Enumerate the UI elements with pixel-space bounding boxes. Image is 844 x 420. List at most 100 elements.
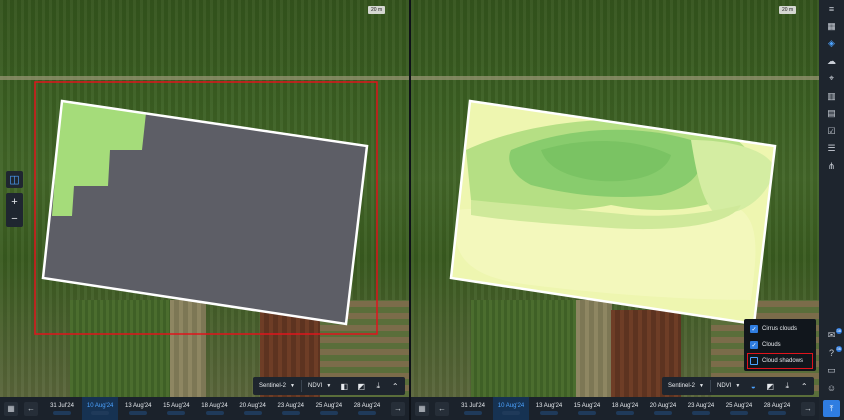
satellite-select[interactable]: Sentinel-2 ▼ bbox=[256, 380, 298, 393]
layer-label: Cloud shadows bbox=[762, 358, 804, 364]
download-icon[interactable]: ⤓ bbox=[371, 379, 385, 393]
timeline-date-selected[interactable]: 10 Aug'24 bbox=[82, 397, 119, 420]
date-label: 15 Aug'24 bbox=[163, 402, 190, 409]
field-overlay bbox=[34, 81, 378, 335]
image-layer-icon[interactable]: ◧ bbox=[337, 379, 351, 393]
imagery-toolbar: Sentinel-2 ▼ NDVI ▼ ◧ ◩ ⤓ ⌃ bbox=[253, 377, 406, 395]
notifications-icon[interactable]: ✉ 38 bbox=[819, 327, 844, 345]
chevron-up-icon[interactable]: ⌃ bbox=[797, 379, 811, 393]
date-indicator bbox=[578, 410, 596, 415]
help-icon[interactable]: ? 36 bbox=[819, 345, 844, 363]
date-indicator bbox=[205, 410, 224, 415]
chevron-up-icon[interactable]: ⌃ bbox=[388, 379, 402, 393]
caret-down-icon: ▼ bbox=[735, 383, 741, 389]
menu-icon[interactable]: ≡ bbox=[819, 0, 844, 18]
cloud-layers-icon[interactable]: ◒ bbox=[746, 379, 760, 393]
date-indicator bbox=[281, 410, 300, 415]
satellite-select-value: Sentinel-2 bbox=[668, 383, 696, 389]
arrow-left-icon[interactable]: ← bbox=[24, 401, 38, 416]
timeline-date[interactable]: 13 Aug'24 bbox=[120, 397, 156, 420]
user-icon[interactable]: ☺ bbox=[819, 380, 844, 398]
timeline-date[interactable]: 15 Aug'24 bbox=[158, 397, 194, 420]
timeline-date[interactable]: 25 Aug'24 bbox=[721, 397, 757, 420]
timeline-date-selected[interactable]: 10 Aug'24 bbox=[493, 397, 529, 420]
map-view-toggle[interactable]: ◫ bbox=[6, 171, 23, 188]
date-indicator bbox=[502, 410, 520, 415]
monitor-icon[interactable]: ▭ bbox=[819, 362, 844, 380]
zoom-controls: + − bbox=[6, 193, 23, 227]
app-sidebar: ≡ ▦ ◈ ☁ ⌖ ▥ ▤ ☑ ☰ ⋔ ✉ 38 ? 36 ▭ ☺ ⤒ bbox=[819, 0, 844, 420]
caret-down-icon: ▼ bbox=[326, 383, 332, 389]
bar-chart-icon[interactable]: ▥ bbox=[819, 88, 844, 106]
date-label: 28 Aug'24 bbox=[353, 402, 381, 409]
checklist-icon[interactable]: ☑ bbox=[819, 123, 844, 141]
date-indicator bbox=[768, 410, 786, 415]
network-icon[interactable]: ⋔ bbox=[819, 158, 844, 176]
stack-icon[interactable]: ☰ bbox=[819, 140, 844, 158]
calendar-icon[interactable]: ▦ bbox=[4, 401, 18, 416]
timeline-date[interactable]: 18 Aug'24 bbox=[607, 397, 643, 420]
contrast-icon[interactable]: ◩ bbox=[763, 379, 777, 393]
split-view-icon[interactable]: ◫ bbox=[6, 171, 23, 188]
checkbox-checked-icon[interactable]: ✓ bbox=[750, 325, 758, 333]
imagery-toolbar: Sentinel-2 ▼ NDVI ▼ ◒ ◩ ⤓ ⌃ bbox=[662, 377, 815, 395]
timeline-date[interactable]: 31 Jul'24 bbox=[44, 397, 80, 420]
timeline-date[interactable]: 23 Aug'24 bbox=[273, 397, 309, 420]
date-label: 31 Jul'24 bbox=[50, 402, 74, 409]
arrow-right-icon[interactable]: → bbox=[391, 401, 405, 416]
layer-option-clouds[interactable]: ✓ Clouds bbox=[748, 338, 812, 352]
index-select-value: NDVI bbox=[307, 383, 323, 389]
layer-label: Clouds bbox=[762, 342, 781, 348]
arrow-right-icon[interactable]: → bbox=[801, 401, 815, 416]
timeline-date[interactable]: 28 Aug'24 bbox=[759, 397, 795, 420]
timeline-date[interactable]: 18 Aug'24 bbox=[197, 397, 233, 420]
timeline-date[interactable]: 31 Jul'24 bbox=[455, 397, 491, 420]
contrast-icon[interactable]: ◩ bbox=[354, 379, 368, 393]
timeline-date[interactable]: 15 Aug'24 bbox=[569, 397, 605, 420]
timeline-date[interactable]: 28 Aug'24 bbox=[349, 397, 385, 420]
layer-option-cloud-shadows[interactable]: Cloud shadows bbox=[747, 353, 813, 369]
upload-icon[interactable]: ⤒ bbox=[823, 400, 840, 417]
satellite-select[interactable]: Sentinel-2 ▼ bbox=[665, 380, 707, 393]
date-label: 23 Aug'24 bbox=[277, 402, 304, 409]
date-label: 28 Aug'24 bbox=[763, 402, 791, 409]
timeline-dates: 31 Jul'24 10 Aug'24 13 Aug'24 15 Aug'24 … bbox=[44, 397, 385, 420]
notification-badge: 38 bbox=[835, 328, 842, 334]
timeline-date[interactable]: 23 Aug'24 bbox=[683, 397, 719, 420]
calendar-icon[interactable]: ▦ bbox=[819, 18, 844, 36]
ndvi-heatmap bbox=[451, 101, 775, 324]
index-select[interactable]: NDVI ▼ bbox=[714, 380, 743, 393]
arrow-left-icon[interactable]: ← bbox=[435, 401, 449, 416]
date-label: 18 Aug'24 bbox=[201, 402, 228, 409]
satellite-select-value: Sentinel-2 bbox=[259, 383, 287, 389]
zoom-out-button[interactable]: − bbox=[6, 210, 23, 227]
timeline-date[interactable]: 20 Aug'24 bbox=[645, 397, 681, 420]
layer-option-cirrus-clouds[interactable]: ✓ Cirrus clouds bbox=[748, 322, 812, 336]
timeline-date[interactable]: 25 Aug'24 bbox=[311, 397, 347, 420]
date-label: 15 Aug'24 bbox=[573, 402, 601, 409]
timeline-date[interactable]: 20 Aug'24 bbox=[235, 397, 271, 420]
zoom-in-button[interactable]: + bbox=[6, 193, 23, 210]
date-indicator bbox=[53, 410, 71, 415]
index-select[interactable]: NDVI ▼ bbox=[305, 380, 334, 393]
calendar-icon[interactable]: ▦ bbox=[415, 401, 429, 416]
cloud-icon[interactable]: ☁ bbox=[819, 53, 844, 71]
layers-icon[interactable]: ◈ bbox=[819, 35, 844, 53]
date-indicator bbox=[692, 410, 710, 415]
checkbox-unchecked-icon[interactable] bbox=[750, 357, 758, 365]
database-icon[interactable]: ▤ bbox=[819, 105, 844, 123]
divider bbox=[709, 380, 711, 392]
date-indicator bbox=[319, 410, 338, 415]
date-label: 13 Aug'24 bbox=[535, 402, 563, 409]
map-pane-left[interactable]: 20 m ◫ + − Sentinel-2 ▼ NDVI ▼ ◧ ◩ ⤓ ⌃ bbox=[0, 0, 409, 397]
date-indicator bbox=[167, 410, 186, 415]
date-label: 18 Aug'24 bbox=[611, 402, 639, 409]
date-indicator bbox=[730, 410, 748, 415]
checkbox-checked-icon[interactable]: ✓ bbox=[750, 341, 758, 349]
divider bbox=[300, 380, 302, 392]
date-indicator bbox=[654, 410, 672, 415]
location-icon[interactable]: ⌖ bbox=[819, 70, 844, 88]
date-indicator bbox=[243, 410, 262, 415]
download-icon[interactable]: ⤓ bbox=[780, 379, 794, 393]
timeline-date[interactable]: 13 Aug'24 bbox=[531, 397, 567, 420]
